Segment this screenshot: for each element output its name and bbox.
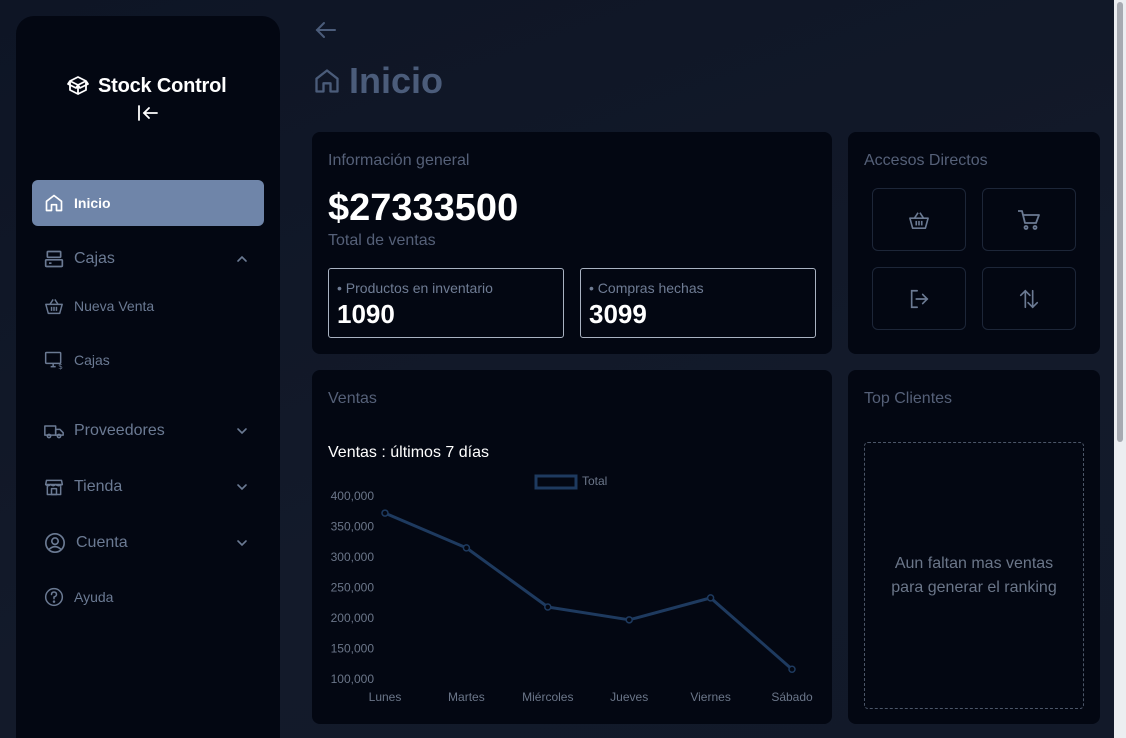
sidebar-item-label: Tienda (74, 478, 123, 495)
sidebar-item-label: Proveedores (74, 422, 165, 439)
home-icon (45, 194, 63, 212)
data-point (544, 603, 552, 611)
sidebar: Stock Control Inicio Cajas Nueva Venta $… (16, 16, 280, 738)
monitor-dollar-icon: $ (44, 351, 63, 370)
shortcut-cart-button[interactable] (982, 188, 1076, 251)
y-tick-label: 300,000 (331, 550, 375, 564)
sidebar-item-nueva-venta[interactable]: Nueva Venta (32, 295, 264, 317)
chevron-down-icon (237, 428, 247, 435)
y-tick-label: 200,000 (331, 611, 375, 625)
sidebar-item-ayuda[interactable]: Ayuda (32, 586, 264, 608)
sales-card: Ventas Ventas : últimos 7 días 400,000 35… (312, 370, 832, 724)
stat-inventory: • Productos en inventario 1090 (328, 268, 564, 338)
sidebar-item-tienda[interactable]: Tienda (32, 474, 264, 500)
total-sales-value: $27333500 (328, 187, 519, 229)
y-tick-label: 250,000 (331, 581, 375, 595)
brand-name: Stock Control (98, 74, 227, 97)
data-point (462, 544, 471, 552)
y-tick-label: 150,000 (331, 642, 375, 656)
info-card-title: Información general (328, 152, 470, 169)
info-card: Información general $27333500 Total de v… (312, 132, 832, 354)
scrollbar-thumb[interactable] (1117, 2, 1123, 442)
data-point (625, 616, 633, 624)
back-button[interactable] (314, 18, 338, 42)
empty-message: Aun faltan mas ventas para generar el ra… (891, 554, 1057, 596)
brand[interactable]: Stock Control (66, 74, 227, 98)
shortcuts-card: Accesos Directos (848, 132, 1100, 354)
total-sales-label: Total de ventas (328, 232, 436, 249)
svg-text:$: $ (58, 362, 63, 370)
x-tick-label: Miércoles (522, 690, 573, 704)
top-clients-empty-state: Aun faltan mas ventas para generar el ra… (864, 442, 1084, 709)
y-tick-label: 100,000 (331, 672, 375, 686)
sidebar-item-proveedores[interactable]: Proveedores (32, 418, 264, 444)
stat-label-text: Compras hechas (597, 280, 704, 296)
scrollbar[interactable] (1114, 0, 1126, 738)
stat-value: 3099 (589, 299, 647, 329)
chevron-down-icon (237, 484, 247, 491)
user-circle-icon (45, 533, 65, 553)
sidebar-item-label: Cuenta (76, 534, 128, 551)
legend-swatch (534, 474, 578, 490)
arrow-left-icon (315, 22, 336, 38)
stat-value: 1090 (337, 299, 395, 329)
sidebar-item-inicio[interactable]: Inicio (32, 180, 264, 226)
x-tick-label: Martes (448, 690, 485, 704)
collapse-left-icon (138, 105, 158, 121)
y-tick-label: 350,000 (331, 520, 375, 534)
logout-icon (910, 289, 929, 308)
basket-icon (45, 299, 63, 315)
sales-line-chart: 400,000 350,000 300,000 250,000 200,000 150,0… (331, 474, 813, 704)
basket-icon (909, 211, 929, 229)
y-tick-label: 400,000 (331, 489, 375, 503)
sidebar-item-cuenta[interactable]: Cuenta (32, 529, 264, 557)
shortcut-transfer-button[interactable] (982, 267, 1076, 330)
page-title: Inicio (313, 60, 443, 102)
chevron-down-icon (237, 540, 247, 547)
chevron-up-icon (237, 255, 247, 262)
top-clients-card-title: Top Clientes (864, 390, 953, 407)
sidebar-item-label: Ayuda (74, 589, 114, 605)
sidebar-item-label: Nueva Venta (74, 298, 155, 314)
home-icon (315, 69, 339, 93)
page-title-text: Inicio (349, 60, 444, 101)
stat-label-text: Productos en inventario (345, 280, 493, 296)
sidebar-item-cajas[interactable]: Cajas (32, 246, 264, 272)
stat-label: • Compras hechas (589, 280, 704, 296)
box-logo-icon (67, 76, 89, 95)
data-point (788, 665, 796, 673)
stat-label: • Productos en inventario (337, 280, 493, 296)
truck-icon (44, 425, 64, 439)
x-tick-label: Lunes (369, 690, 402, 704)
shortcuts-card-title: Accesos Directos (864, 152, 988, 169)
data-point (706, 594, 715, 602)
x-tick-label: Jueves (610, 690, 648, 704)
cart-icon (1018, 209, 1040, 230)
series-line-total (384, 511, 793, 671)
collapse-sidebar-button[interactable] (136, 102, 160, 124)
x-tick-label: Sábado (771, 690, 813, 704)
help-circle-icon (44, 587, 64, 607)
store-icon (44, 479, 64, 496)
sidebar-item-label: Inicio (74, 195, 111, 211)
sidebar-item-label: Cajas (74, 352, 110, 368)
top-clients-card: Top Clientes Aun faltan mas ventas para … (848, 370, 1100, 724)
sidebar-item-label: Cajas (74, 250, 115, 267)
register-icon (44, 250, 64, 268)
x-tick-label: Viernes (690, 690, 730, 704)
stat-purchases: • Compras hechas 3099 (580, 268, 816, 338)
shortcut-logout-button[interactable] (872, 267, 966, 330)
legend-label: Total (582, 474, 607, 488)
sidebar-item-cajas-list[interactable]: $ Cajas (32, 349, 264, 371)
shortcut-new-sale-button[interactable] (872, 188, 966, 251)
data-point (381, 509, 389, 517)
arrows-updown-icon (1019, 289, 1039, 308)
